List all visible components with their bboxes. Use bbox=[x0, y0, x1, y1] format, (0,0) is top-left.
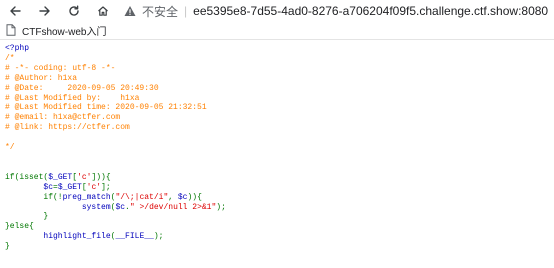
comment-line: # @link: https://ctfer.com bbox=[5, 123, 130, 133]
forward-arrow-icon[interactable] bbox=[36, 2, 54, 20]
browser-toolbar: 不安全 | ee5395e8-7d55-4ad0-8276-a706204f09… bbox=[0, 0, 554, 22]
code-token: system bbox=[81, 202, 111, 212]
code-token: __FILE__ bbox=[115, 232, 154, 242]
comment-line: /* bbox=[5, 53, 15, 63]
reload-icon[interactable] bbox=[65, 2, 83, 20]
code-token: ); bbox=[216, 202, 226, 212]
comment-line: */ bbox=[5, 143, 15, 153]
comment-line: # -*- coding: utf-8 -*- bbox=[5, 63, 116, 73]
address-separator: | bbox=[184, 4, 188, 18]
code-token: $c bbox=[43, 182, 54, 192]
bookmark-label[interactable]: CTFshow-web入门 bbox=[22, 23, 106, 38]
code-token: } bbox=[5, 242, 10, 252]
code-token: preg_match bbox=[62, 192, 111, 202]
security-status-label[interactable]: 不安全 bbox=[142, 3, 178, 20]
warning-icon[interactable] bbox=[124, 4, 138, 18]
bookmark-item[interactable]: CTFshow-web入门 bbox=[6, 23, 106, 38]
code-token: )){ bbox=[187, 192, 202, 202]
code-token: ); bbox=[153, 232, 164, 242]
code-token: ]; bbox=[101, 182, 111, 192]
document-icon bbox=[6, 24, 17, 37]
code-token: $c bbox=[115, 202, 126, 212]
code-token: "/\;|cat/i" bbox=[115, 192, 169, 202]
code-token: " >/dev/null 2>&1" bbox=[129, 202, 217, 212]
code-token: $_GET bbox=[48, 172, 73, 182]
comment-line: # @Author: h1xa bbox=[5, 73, 78, 83]
home-icon[interactable] bbox=[94, 2, 112, 20]
code-token: ])){ bbox=[91, 172, 111, 182]
comment-line: # @email: h1xa@ctfer.com bbox=[5, 113, 121, 123]
address-bar[interactable]: 不安全 | ee5395e8-7d55-4ad0-8276-a706204f09… bbox=[124, 2, 554, 20]
page-content: <?php /* # -*- coding: utf-8 -*- # @Auth… bbox=[0, 40, 554, 268]
comment-line: # @Last Modified time: 2020-09-05 21:32:… bbox=[5, 103, 207, 113]
code-token: }else{ bbox=[5, 222, 34, 232]
code-token: , bbox=[168, 192, 178, 202]
php-source-code: <?php /* # -*- coding: utf-8 -*- # @Auth… bbox=[5, 44, 226, 252]
bookmarks-bar: CTFshow-web入门 bbox=[0, 22, 554, 40]
code-token: if(! bbox=[43, 192, 63, 202]
code-token: } bbox=[43, 212, 49, 222]
code-token: 'c' bbox=[77, 172, 92, 182]
php-open-tag: <?php bbox=[5, 44, 30, 53]
code-token: if(isset( bbox=[5, 172, 49, 182]
back-arrow-icon[interactable] bbox=[6, 2, 24, 20]
code-token: $_GET bbox=[57, 182, 82, 192]
url-text[interactable]: ee5395e8-7d55-4ad0-8276-a706204f09f5.cha… bbox=[193, 4, 548, 18]
comment-line: # @Last Modified by: h1xa bbox=[5, 93, 140, 103]
code-token: 'c' bbox=[86, 182, 102, 192]
code-token: highlight_file bbox=[43, 232, 111, 242]
comment-line: # @Date: 2020-09-05 20:49:30 bbox=[5, 83, 159, 93]
